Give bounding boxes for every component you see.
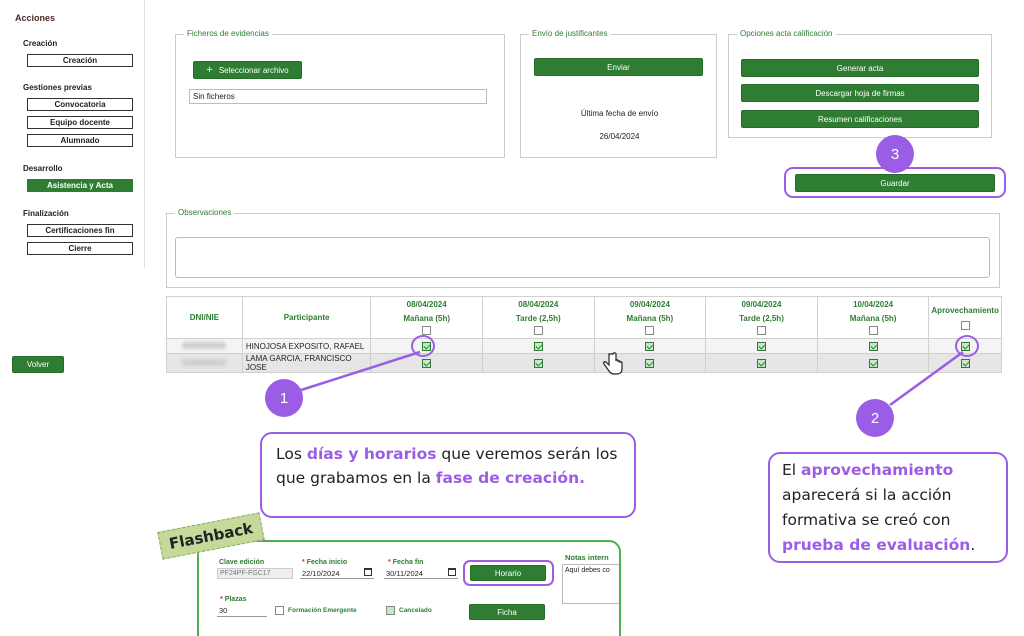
callout-2-bubble: El aprovechamiento aparecerá si la acció… <box>768 452 1008 563</box>
emergente-label: Formación Emergente <box>288 607 357 614</box>
callout-2-highlight: prueba de evaluación <box>782 536 971 554</box>
notas-value: Aquí debes co <box>565 567 610 574</box>
plazas-field[interactable]: 30 <box>217 605 267 617</box>
checkbox-highlight-ring-1 <box>411 335 435 357</box>
fecha-fin-label: * Fecha fin <box>388 559 423 566</box>
step-marker-2: 2 <box>856 399 894 437</box>
fecha-fin-value: 30/11/2024 <box>386 569 423 578</box>
emergente-checkbox[interactable] <box>275 606 284 615</box>
fecha-inicio-text: Fecha inicio <box>306 559 348 566</box>
calendar-icon[interactable] <box>448 568 456 576</box>
callout-2-text: El <box>782 461 802 479</box>
cancelado-checkbox[interactable] <box>386 606 395 615</box>
callout-1-highlight: días y horarios <box>306 445 437 463</box>
calendar-icon[interactable] <box>364 568 372 576</box>
callout-1-text: Los <box>276 445 307 463</box>
fecha-inicio-value: 22/10/2024 <box>302 569 340 578</box>
horario-highlight-ring <box>463 560 554 586</box>
cancelado-label: Cancelado <box>399 607 432 614</box>
clave-label: Clave edición <box>219 559 265 566</box>
clave-value: PF24PF-FGC17 <box>220 570 271 577</box>
ficha-button[interactable]: Ficha <box>469 604 545 620</box>
step-marker-1: 1 <box>265 379 303 417</box>
callout-1-highlight: fase de creación. <box>435 469 585 487</box>
plazas-text: Plazas <box>224 596 247 603</box>
fecha-fin-field[interactable]: 30/11/2024 <box>384 568 458 579</box>
callout-2-connector <box>889 350 964 407</box>
fecha-inicio-field[interactable]: 22/10/2024 <box>300 568 374 579</box>
required-mark: * <box>220 596 223 603</box>
step-marker-3: 3 <box>876 135 914 173</box>
required-mark: * <box>388 559 391 566</box>
fecha-fin-text: Fecha fin <box>392 559 424 566</box>
callout-2-highlight: aprovechamiento <box>801 461 954 479</box>
notas-textarea[interactable]: Aquí debes co <box>562 564 619 604</box>
checkbox-highlight-ring-2 <box>955 335 979 357</box>
callout-2-text: aparecerá si la acción formativa se creó… <box>782 486 952 529</box>
flashback-panel: Clave edición PF24PF-FGC17 * Fecha inici… <box>197 540 621 636</box>
notas-label: Notas intern <box>565 553 609 562</box>
plazas-label: * Plazas <box>220 596 246 603</box>
callout-2-text: . <box>970 536 976 554</box>
callout-1-connector <box>297 350 421 393</box>
plazas-value: 30 <box>219 606 228 615</box>
clave-field: PF24PF-FGC17 <box>217 568 293 579</box>
required-mark: * <box>302 559 305 566</box>
fecha-inicio-label: * Fecha inicio <box>302 559 347 566</box>
callout-1-bubble: Los días y horarios que veremos serán lo… <box>260 432 636 518</box>
